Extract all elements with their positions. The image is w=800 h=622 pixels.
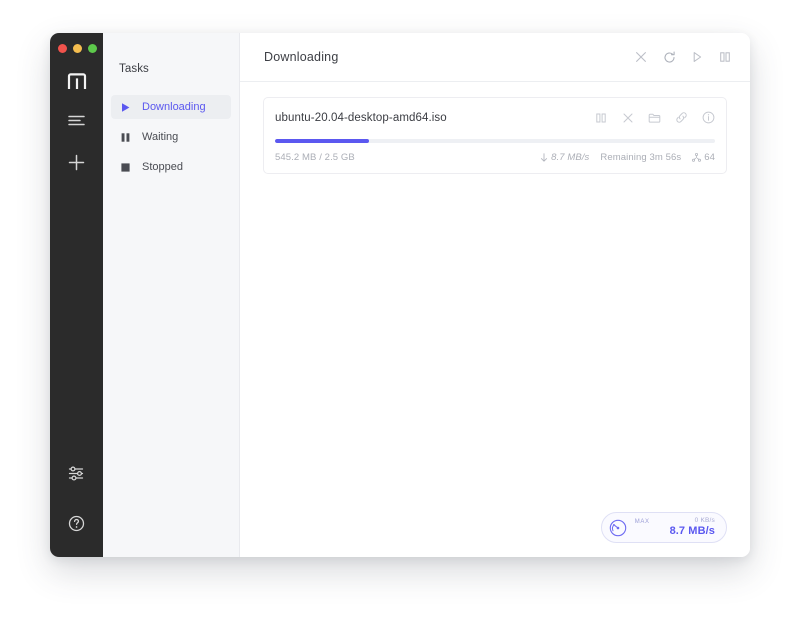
rail-bottom-group [60, 439, 94, 557]
speedometer-icon [609, 519, 627, 537]
download-speed-value: 8.7 MB/s [551, 152, 589, 163]
play-icon [120, 102, 131, 113]
connections-value: 64 [704, 152, 715, 163]
help-icon[interactable] [60, 507, 94, 539]
sidebar-item-downloading[interactable]: Downloading [111, 95, 231, 119]
info-icon[interactable] [702, 111, 715, 124]
app-window: Tasks Downloading [50, 33, 750, 557]
sidebar-item-waiting[interactable]: Waiting [111, 125, 231, 149]
tasks-sidebar: Tasks Downloading [103, 33, 240, 557]
window-traffic-lights [50, 37, 103, 59]
download-progress-bar [275, 139, 715, 143]
remaining-time-stat: Remaining 3m 56s [600, 152, 681, 163]
close-window-button[interactable] [58, 44, 67, 53]
task-card-header: ubuntu-20.04-desktop-amd64.iso [275, 111, 715, 124]
stop-icon [120, 162, 131, 173]
resume-all-icon[interactable] [690, 50, 704, 64]
link-icon[interactable] [675, 111, 688, 124]
main-body: ubuntu-20.04-desktop-amd64.iso [240, 82, 750, 557]
left-rail [50, 33, 103, 557]
app-logo-icon [60, 68, 94, 94]
minimize-window-button[interactable] [73, 44, 82, 53]
task-card-footer: 545.2 MB / 2.5 GB 8.7 MB/s [275, 152, 715, 163]
delete-icon[interactable] [621, 111, 634, 124]
remaining-time-value: Remaining 3m 56s [600, 152, 681, 163]
maximize-window-button[interactable] [88, 44, 97, 53]
delete-all-icon[interactable] [634, 50, 648, 64]
task-file-name: ubuntu-20.04-desktop-amd64.iso [275, 112, 594, 124]
page-title: Downloading [264, 50, 634, 64]
download-arrow-icon [539, 153, 548, 162]
add-task-icon[interactable] [60, 146, 94, 178]
pause-icon[interactable] [594, 111, 607, 124]
download-speed-value-widget: 8.7 MB/s [670, 525, 715, 539]
speed-values: 0 KB/s 8.7 MB/s [670, 517, 715, 539]
task-stats: 8.7 MB/s Remaining 3m 56s [539, 152, 715, 163]
preferences-icon[interactable] [60, 457, 94, 489]
menu-icon[interactable] [60, 104, 94, 136]
download-speed-stat: 8.7 MB/s [539, 152, 589, 163]
download-progress-fill [275, 139, 369, 143]
upload-speed-value: 0 KB/s [670, 517, 715, 525]
screen: Tasks Downloading [0, 0, 800, 622]
sidebar-item-stopped[interactable]: Stopped [111, 155, 231, 179]
main-header: Downloading [240, 33, 750, 82]
sidebar-item-label: Downloading [142, 101, 206, 113]
speed-max-label: MAX [635, 517, 650, 525]
connections-stat: 64 [692, 152, 715, 163]
sidebar-item-label: Stopped [142, 161, 183, 173]
pause-icon [120, 132, 131, 143]
header-action-group [634, 50, 732, 64]
sidebar-item-label: Waiting [142, 131, 178, 143]
refresh-icon[interactable] [662, 50, 676, 64]
download-task-card[interactable]: ubuntu-20.04-desktop-amd64.iso [263, 97, 727, 174]
main-content: Downloading [240, 33, 750, 557]
speed-widget[interactable]: MAX 0 KB/s 8.7 MB/s [601, 512, 727, 543]
peers-icon [692, 153, 701, 162]
pause-all-icon[interactable] [718, 50, 732, 64]
task-action-group [594, 111, 715, 124]
speed-readout: MAX 0 KB/s 8.7 MB/s [635, 517, 715, 539]
task-size-text: 545.2 MB / 2.5 GB [275, 152, 539, 163]
sidebar-item-list: Downloading Waiting [103, 95, 239, 179]
folder-icon[interactable] [648, 111, 661, 124]
sidebar-title: Tasks [103, 63, 239, 75]
